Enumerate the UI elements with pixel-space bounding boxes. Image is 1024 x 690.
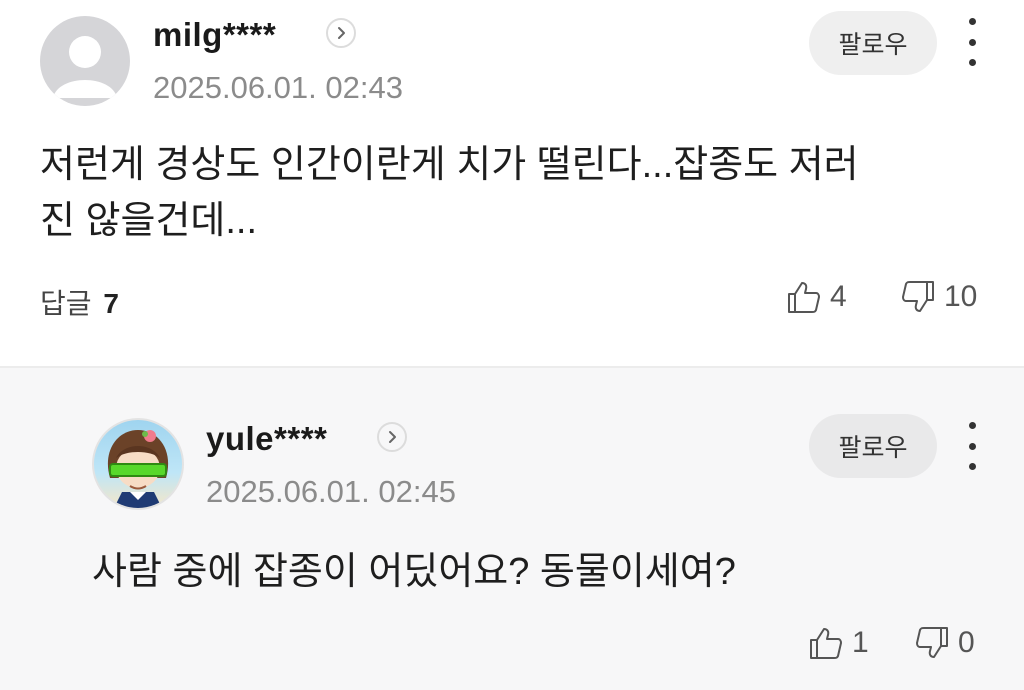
reply-count: 7 (103, 288, 119, 319)
person-silhouette-icon (53, 36, 117, 98)
vertical-ellipsis-icon (968, 422, 976, 429)
thumbs-down-icon (916, 627, 948, 658)
like-button[interactable]: 1 (808, 625, 869, 661)
avatar[interactable] (40, 16, 130, 106)
comment-text: 사람 중에 잡종이 어딨어요? 동물이세여? (92, 544, 736, 600)
profile-chevron-button[interactable] (326, 18, 356, 48)
comment-text-line: 저런게 경상도 인간이란게 치가 떨린다...잡종도 저러 (40, 144, 859, 186)
thumbs-up-icon (810, 628, 842, 659)
like-count: 1 (852, 626, 869, 659)
comment-text-line: 사람 중에 잡종이 어딨어요? 동물이세여? (92, 551, 736, 593)
comment-text-line: 진 않을건데... (40, 200, 258, 242)
username[interactable]: yule**** (206, 420, 327, 458)
dislike-count: 10 (944, 280, 978, 313)
dislike-button[interactable]: 0 (914, 625, 975, 661)
comment-text: 저런게 경상도 인간이란게 치가 떨린다...잡종도 저러 진 않을건데... (40, 137, 859, 249)
timestamp: 2025.06.01. 02:45 (206, 474, 456, 509)
avatar[interactable] (92, 418, 184, 510)
more-options-button[interactable] (962, 18, 982, 66)
follow-button[interactable]: 팔로우 (809, 414, 937, 478)
timestamp: 2025.06.01. 02:43 (153, 70, 403, 105)
like-button[interactable]: 4 (786, 279, 847, 315)
profile-chevron-button[interactable] (377, 422, 407, 452)
reply-label: 답글 (40, 288, 92, 319)
more-options-button[interactable] (962, 422, 982, 470)
reply-button[interactable]: 답글 7 (40, 282, 119, 322)
dislike-button[interactable]: 10 (900, 279, 977, 315)
thumbs-up-icon (788, 282, 820, 313)
chevron-right-icon (389, 431, 396, 443)
vertical-ellipsis-icon (968, 18, 976, 25)
character-avatar-icon (107, 430, 169, 508)
comment-item: milg**** 2025.06.01. 02:43 팔로우 저런게 경상도 인… (0, 0, 1024, 366)
follow-button[interactable]: 팔로우 (809, 11, 937, 75)
chevron-right-icon (338, 27, 345, 39)
dislike-count: 0 (958, 626, 975, 659)
thumbs-down-icon (902, 281, 934, 312)
username[interactable]: milg**** (153, 16, 276, 54)
reply-comment-item: yule**** 2025.06.01. 02:45 팔로우 사람 중에 잡종이… (0, 368, 1024, 690)
like-count: 4 (830, 280, 847, 313)
